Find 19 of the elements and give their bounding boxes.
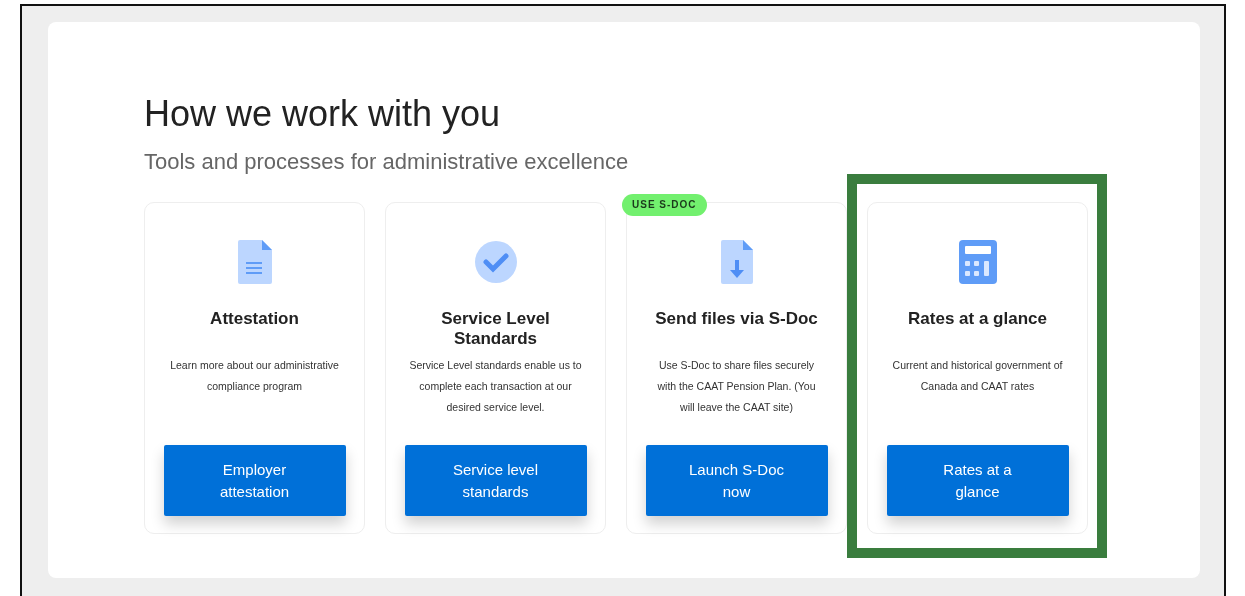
card-button[interactable]: Service level standards xyxy=(404,445,587,516)
card-description: Service Level standards enable us to complete each transaction at our desired service level. xyxy=(408,358,583,415)
document-icon xyxy=(237,240,272,284)
card-description: Use S-Doc to share files securely with the CAAT Pension Plan. (You will leave the CAAT site) xyxy=(656,358,817,415)
card-button[interactable]: Employer attestation xyxy=(163,445,346,516)
calculator-icon xyxy=(958,240,997,284)
card-title: Send files via S-Doc xyxy=(655,309,818,330)
file-download-icon xyxy=(720,240,753,284)
card-button[interactable]: Launch S-Doc now xyxy=(645,445,828,516)
card-title: Rates at a glance xyxy=(908,309,1047,330)
card-description: Learn more about our administrative compliance program xyxy=(169,358,340,394)
section-subtitle: Tools and processes for administrative excellence xyxy=(144,148,630,176)
section-title: How we work with you xyxy=(144,92,502,136)
card-description: Current and historical government of Canada and CAAT rates xyxy=(891,358,1064,394)
card-button[interactable]: Rates at a glance xyxy=(886,445,1069,516)
card-title: Attestation xyxy=(210,309,299,330)
checkmark-icon xyxy=(474,241,517,283)
badge: USE S-DOC xyxy=(622,194,707,216)
card-title: Service Level Standards xyxy=(440,309,551,349)
